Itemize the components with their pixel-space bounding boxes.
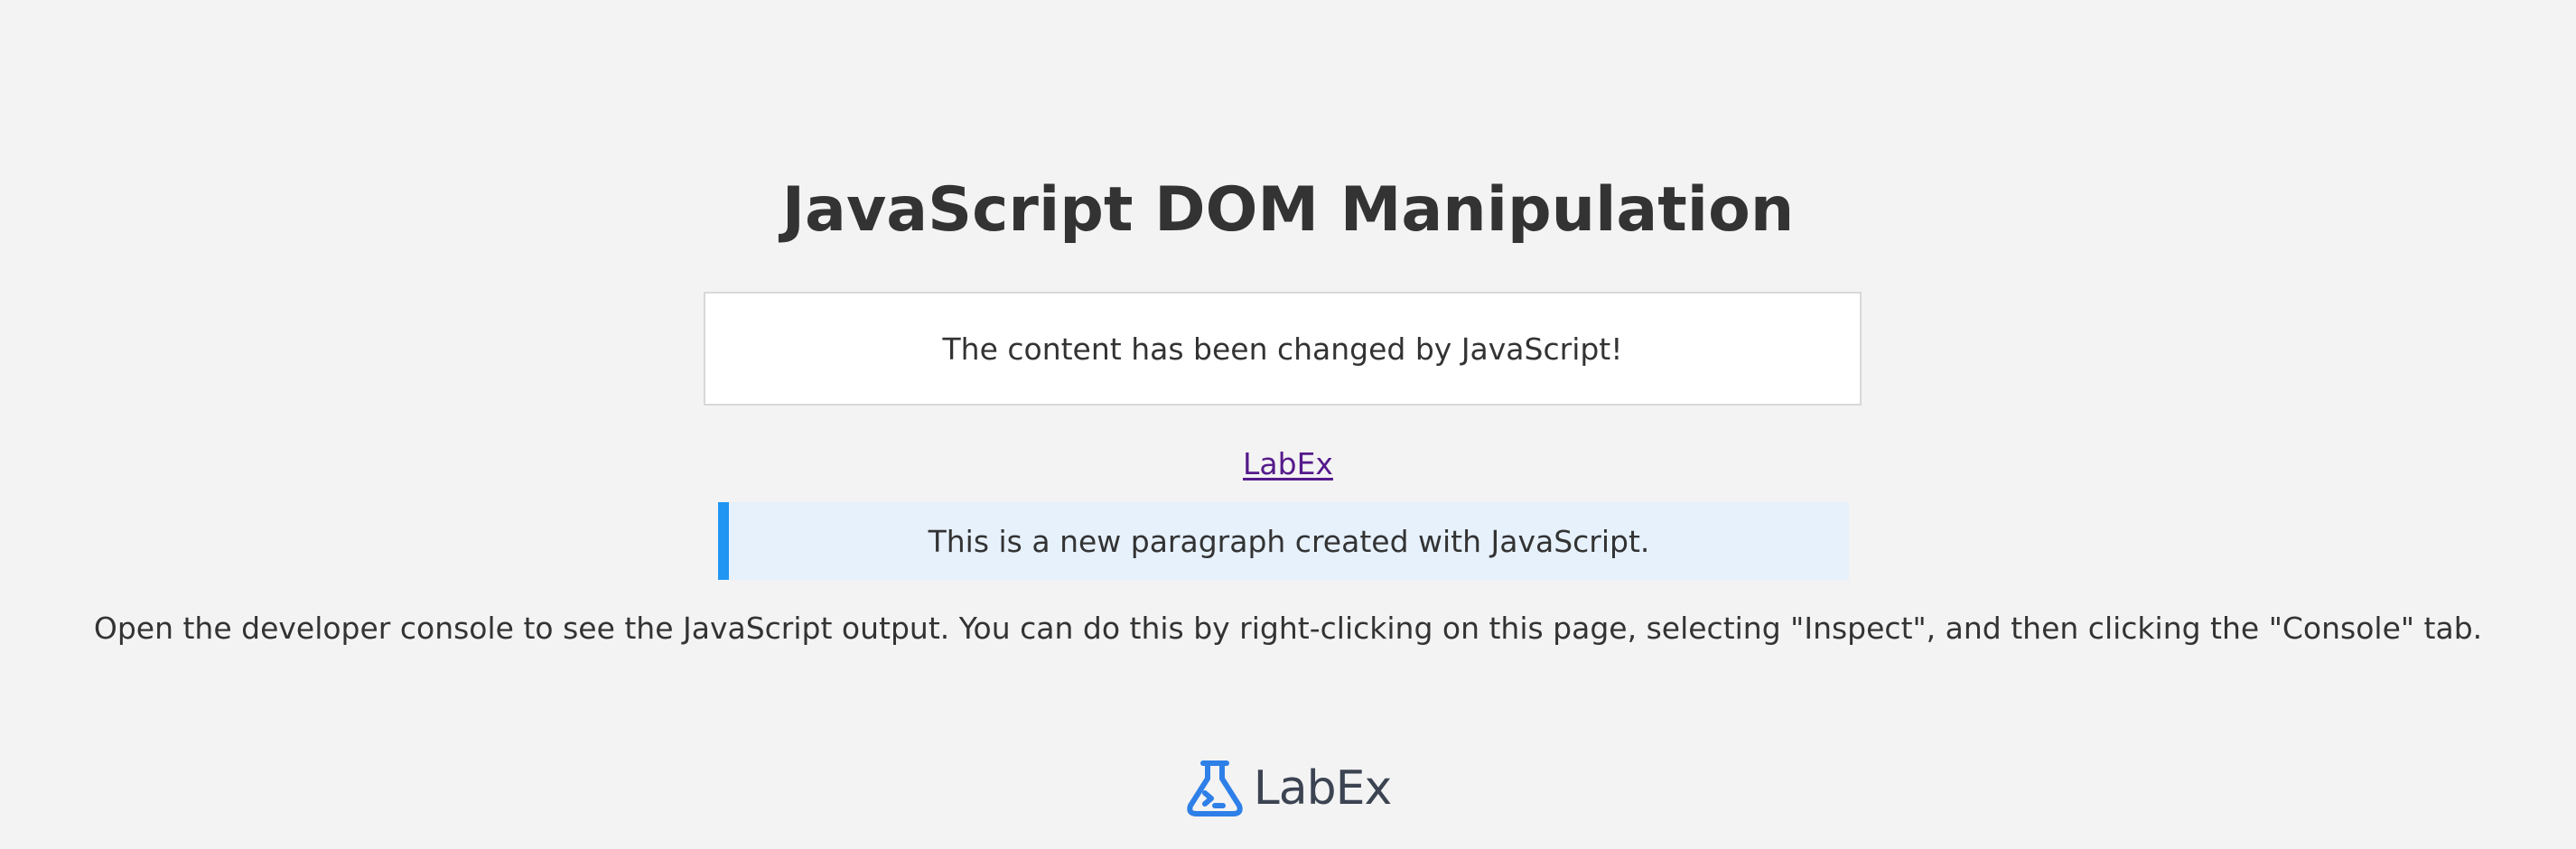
footer-logo[interactable]: LabEx xyxy=(0,759,2576,818)
labex-link-container: LabEx xyxy=(0,443,2576,485)
page-title: JavaScript DOM Manipulation xyxy=(781,174,1795,246)
flask-terminal-icon xyxy=(1187,760,1243,816)
logo-inner: LabEx xyxy=(1185,759,1392,818)
labex-link[interactable]: LabEx xyxy=(1243,446,1333,481)
content-box: The content has been changed by JavaScri… xyxy=(704,292,1862,406)
content-box-text: The content has been changed by JavaScri… xyxy=(942,331,1623,367)
console-instructions: Open the developer console to see the Ja… xyxy=(93,611,2483,646)
new-paragraph-text: This is a new paragraph created with Jav… xyxy=(928,523,1650,559)
logo-text: LabEx xyxy=(1253,761,1392,816)
new-paragraph: This is a new paragraph created with Jav… xyxy=(718,502,1849,580)
